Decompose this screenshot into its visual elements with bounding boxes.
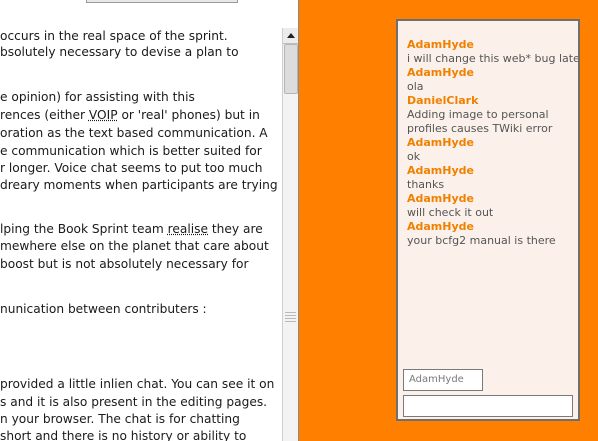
doc-line: lping the Book Sprint team realise they … bbox=[0, 221, 263, 237]
doc-line: rences (either VOIP or 'real' phones) bu… bbox=[0, 107, 260, 123]
chat-username: AdamHyde bbox=[407, 220, 474, 233]
chat-message: Adding image to personal bbox=[407, 108, 549, 121]
chat-message: ok bbox=[407, 150, 421, 163]
doc-line: s and it is also present in the editing … bbox=[0, 395, 268, 409]
doc-line: occurs in the real space of the sprint. bbox=[0, 29, 228, 43]
doc-line-part: rences (either bbox=[0, 108, 89, 122]
doc-line: bsolutely necessary to devise a plan to bbox=[0, 45, 239, 59]
doc-line: mewhere else on the planet that care abo… bbox=[0, 239, 269, 253]
chat-message: profiles causes TWiki error bbox=[407, 122, 553, 135]
spellcheck-word-realise: realise bbox=[167, 222, 209, 236]
chat-username: AdamHyde bbox=[407, 38, 474, 51]
toolbar-tab[interactable] bbox=[86, 0, 238, 3]
doc-line: provided a little inlien chat. You can s… bbox=[0, 377, 275, 391]
doc-line: e communication which is better suited f… bbox=[0, 144, 262, 158]
doc-line: n your browser. The chat is for chatting bbox=[0, 412, 240, 426]
doc-line: e opinion) for assisting with this bbox=[0, 90, 195, 104]
chat-username: DanielClark bbox=[407, 94, 479, 107]
document-pane: occurs in the real space of the sprint. … bbox=[0, 0, 299, 441]
chat-message: i will change this web* bug later bbox=[407, 52, 580, 65]
abbr-voip: VOIP bbox=[88, 108, 118, 122]
chat-message-input[interactable] bbox=[403, 395, 573, 417]
chat-message: will check it out bbox=[407, 206, 494, 219]
chat-username: AdamHyde bbox=[407, 164, 474, 177]
doc-line-part: lping the Book Sprint team bbox=[0, 222, 168, 236]
chat-username: AdamHyde bbox=[407, 136, 474, 149]
arrow-up-icon bbox=[286, 33, 295, 38]
chat-username: AdamHyde bbox=[407, 192, 474, 205]
doc-line: r longer. Voice chat seems to put too mu… bbox=[0, 161, 263, 175]
chat-message: ola bbox=[407, 80, 424, 93]
chat-message: thanks bbox=[407, 178, 445, 191]
chat-name-input[interactable]: AdamHyde bbox=[403, 369, 483, 391]
chat-message: your bcfg2 manual is there bbox=[407, 234, 556, 247]
doc-line-part: they are bbox=[208, 222, 263, 236]
resize-grip-icon[interactable] bbox=[285, 310, 296, 322]
scrollbar-thumb[interactable] bbox=[284, 44, 298, 94]
doc-line-part: or 'real' phones) but in bbox=[117, 108, 260, 122]
scroll-up-button[interactable] bbox=[283, 28, 298, 44]
chat-log: AdamHyde i will change this web* bug lat… bbox=[407, 38, 580, 248]
chat-panel: AdamHyde i will change this web* bug lat… bbox=[396, 19, 580, 421]
doc-line: boost but is not absolutely necessary fo… bbox=[0, 257, 249, 271]
doc-line: oration as the text based communication.… bbox=[0, 126, 268, 140]
document-toolbar bbox=[0, 0, 298, 28]
chat-username: AdamHyde bbox=[407, 66, 474, 79]
doc-line: dreary moments when participants are try… bbox=[0, 178, 278, 192]
doc-line: nunication between contributers : bbox=[0, 302, 207, 316]
vertical-scrollbar[interactable] bbox=[282, 28, 298, 441]
doc-line: short and there is no history or ability… bbox=[0, 429, 247, 441]
document-text: occurs in the real space of the sprint. … bbox=[0, 28, 282, 441]
